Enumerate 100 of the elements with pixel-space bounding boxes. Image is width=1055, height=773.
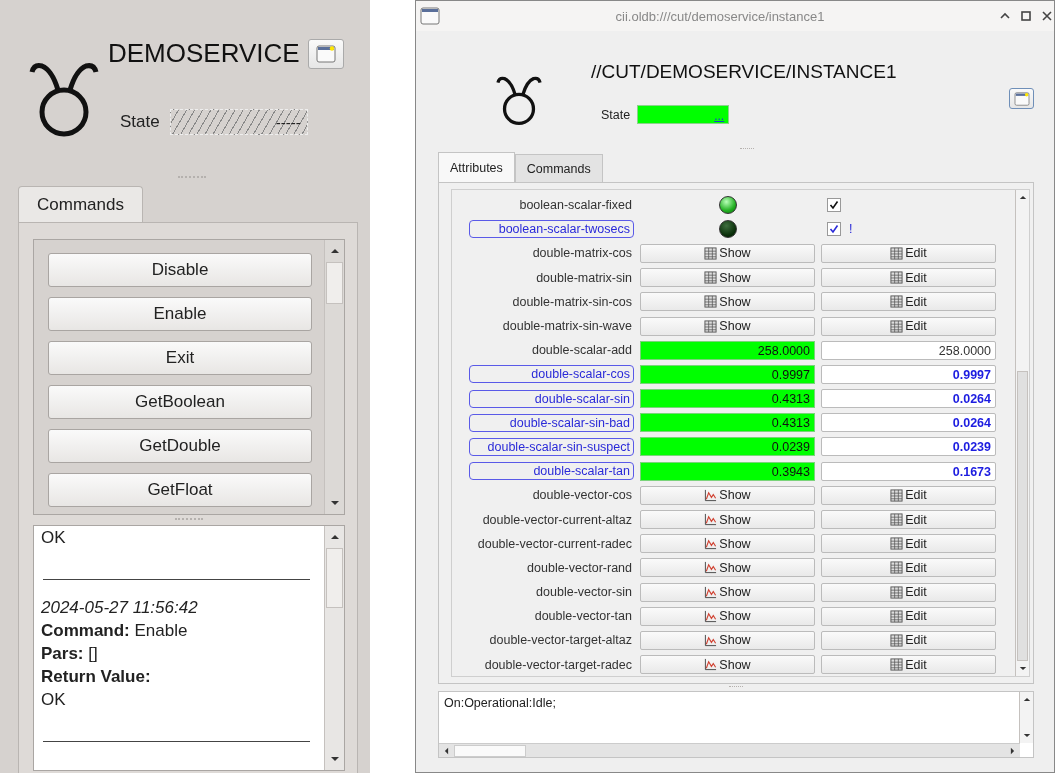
show-button[interactable]: Show — [640, 485, 815, 505]
splitter-handle[interactable] — [729, 686, 743, 689]
attribute-name: double-scalar-sin — [469, 389, 634, 408]
edit-button[interactable]: Edit — [821, 582, 996, 602]
up-arrow-icon[interactable] — [329, 248, 340, 254]
show-button[interactable]: Show — [640, 292, 815, 312]
show-button[interactable]: Show — [640, 655, 815, 675]
up-arrow-icon[interactable] — [1018, 195, 1027, 200]
tab[interactable]: Commands — [18, 186, 143, 222]
value-display: 0.4313 — [640, 413, 815, 433]
line-chart-icon — [704, 537, 718, 551]
attribute-name: double-scalar-sin-suspect — [469, 437, 634, 456]
tab[interactable]: Attributes — [438, 152, 515, 182]
edit-button[interactable]: Edit — [821, 485, 996, 505]
value-input[interactable]: 0.9997 — [821, 364, 996, 384]
scrollbar-thumb[interactable] — [326, 262, 343, 304]
left-arrow-icon[interactable] — [444, 746, 449, 755]
value-input[interactable]: 0.1673 — [821, 461, 996, 481]
edit-button[interactable]: Edit — [821, 606, 996, 626]
state-label: State — [120, 112, 160, 132]
attribute-name: double-scalar-cos — [469, 365, 634, 384]
table-icon — [890, 537, 904, 551]
show-button[interactable]: Show — [640, 582, 815, 602]
table-icon — [704, 246, 718, 260]
show-button[interactable]: Show — [640, 316, 815, 336]
table-icon — [890, 609, 904, 623]
edit-button[interactable]: Edit — [821, 630, 996, 650]
log-line: Return Value: — [41, 666, 152, 688]
window-icon — [1013, 91, 1030, 106]
scrollbar[interactable] — [324, 526, 344, 770]
edit-button[interactable]: Edit — [821, 534, 996, 554]
value-display: 0.0239 — [640, 437, 815, 457]
device-title: //CUT/DEMOSERVICE/INSTANCE1 — [591, 61, 897, 83]
checkbox[interactable] — [827, 198, 841, 213]
down-arrow-icon[interactable] — [1018, 666, 1027, 671]
scrollbar[interactable] — [1015, 190, 1029, 676]
splitter-handle[interactable] — [178, 176, 206, 180]
window-button[interactable] — [307, 38, 344, 69]
taurus-icon — [495, 76, 543, 126]
state-link[interactable]: ... — [714, 109, 725, 123]
value-input[interactable]: 0.0264 — [821, 413, 996, 433]
splitter-handle[interactable] — [175, 518, 203, 522]
down-arrow-icon[interactable] — [1022, 733, 1031, 738]
tab[interactable]: Commands — [514, 154, 603, 182]
window-button[interactable] — [1009, 88, 1034, 109]
horizontal-scrollbar[interactable] — [439, 743, 1020, 757]
command-button[interactable]: GetDouble — [48, 429, 312, 463]
command-button[interactable]: GetBoolean — [48, 385, 312, 419]
line-chart-icon — [704, 658, 718, 672]
up-arrow-icon[interactable] — [329, 534, 340, 540]
splitter-handle[interactable] — [740, 148, 754, 151]
down-arrow-icon[interactable] — [329, 756, 340, 762]
command-button[interactable]: GetFloat — [48, 473, 312, 507]
show-button[interactable]: Show — [640, 558, 815, 578]
value-input[interactable]: 0.0239 — [821, 437, 996, 457]
edit-button[interactable]: Edit — [821, 268, 996, 288]
command-button[interactable]: Enable — [48, 297, 312, 331]
attribute-name: double-vector-rand — [526, 560, 633, 575]
show-button[interactable]: Show — [640, 630, 815, 650]
scrollbar-thumb[interactable] — [454, 744, 526, 757]
edit-button[interactable]: Edit — [821, 243, 996, 263]
attribute-name: double-vector-current-radec — [476, 536, 633, 551]
down-arrow-icon[interactable] — [329, 500, 340, 506]
edit-button[interactable]: Edit — [821, 558, 996, 578]
table-icon — [890, 513, 904, 527]
edit-button[interactable]: Edit — [821, 292, 996, 312]
table-icon — [890, 658, 904, 672]
edit-button[interactable]: Edit — [821, 510, 996, 530]
table-icon — [704, 271, 718, 285]
show-button[interactable]: Show — [640, 510, 815, 530]
line-chart-icon — [704, 585, 718, 599]
command-button[interactable]: Exit — [48, 341, 312, 375]
command-button[interactable]: Disable — [48, 253, 312, 287]
value-input[interactable]: 0.0264 — [821, 389, 996, 409]
up-arrow-icon[interactable] — [1022, 697, 1031, 702]
scrollbar[interactable] — [1019, 692, 1033, 743]
show-button[interactable]: Show — [640, 243, 815, 263]
line-chart-icon — [704, 513, 718, 527]
show-button[interactable]: Show — [640, 268, 815, 288]
edit-button[interactable]: Edit — [821, 316, 996, 336]
state-field: ----- — [169, 109, 308, 135]
maximize-icon[interactable] — [1021, 11, 1031, 21]
checkbox[interactable] — [827, 222, 841, 237]
log-line: Command: Enable — [41, 620, 189, 642]
minimize-icon[interactable] — [1000, 11, 1010, 21]
value-input[interactable]: 258.0000 — [821, 340, 996, 360]
close-icon[interactable] — [1042, 11, 1052, 21]
scrollbar-thumb[interactable] — [326, 548, 343, 608]
taurus-icon — [28, 62, 100, 138]
attribute-name: double-scalar-tan — [469, 462, 634, 481]
scrollbar-thumb[interactable] — [1017, 371, 1028, 661]
attribute-name: double-vector-target-altaz — [488, 633, 633, 648]
attribute-name: double-scalar-sin-bad — [469, 413, 634, 432]
window-icon — [315, 44, 336, 63]
edit-button[interactable]: Edit — [821, 655, 996, 675]
show-button[interactable]: Show — [640, 534, 815, 554]
scrollbar[interactable] — [324, 240, 344, 514]
table-icon — [890, 319, 904, 333]
right-arrow-icon[interactable] — [1010, 746, 1015, 755]
show-button[interactable]: Show — [640, 606, 815, 626]
